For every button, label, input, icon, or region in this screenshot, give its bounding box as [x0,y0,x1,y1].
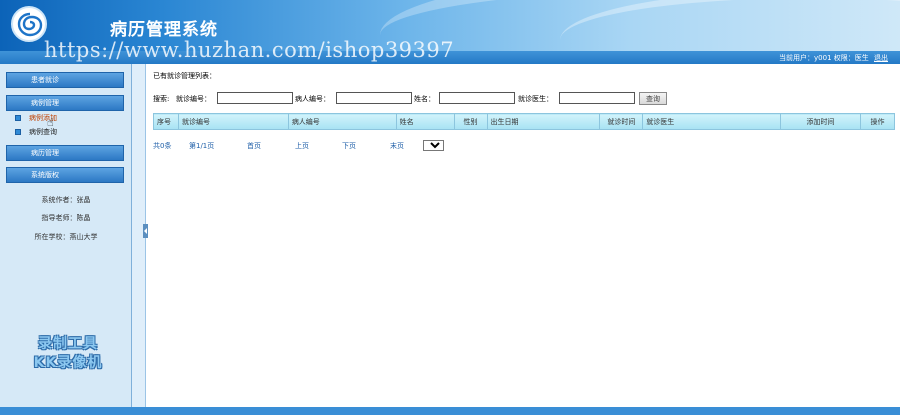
menu-patient-visit[interactable]: 患者就诊 [6,72,124,88]
menu-copyright[interactable]: 系统版权 [6,167,124,183]
bottom-bar [0,407,900,415]
menu-case-management[interactable]: 病例管理 [6,95,124,111]
next-page-link[interactable]: 下页 [342,141,356,151]
name-label: 姓名： [414,95,435,103]
visit-no-label: 就诊编号： [176,95,211,103]
splitter[interactable] [132,64,146,415]
logo-icon [11,6,47,42]
page-info: 第1/1页 [189,142,215,150]
submenu-case-query-label: 病例查询 [29,128,57,136]
search-label: 搜索: [153,95,170,103]
logout-link[interactable]: 退出 [874,54,888,62]
doctor-input[interactable] [559,92,635,104]
name-input[interactable] [439,92,515,104]
info-author: 系统作者：张晶 [41,196,91,204]
info-school: 所在学校：燕山大学 [34,233,98,241]
user-info: 当前用户：y001 权限：医生 退出 [779,53,888,63]
info-advisor: 指导老师：陈晶 [41,214,91,222]
hand-cursor-icon: ☝ [47,116,54,129]
first-page-link[interactable]: 首页 [247,141,261,151]
bullet-icon [15,129,21,135]
total-count: 共0条 [153,142,172,150]
user-info-text: 当前用户：y001 权限：医生 [779,54,869,62]
recorder-badge-line1: 录制工具 [38,336,98,352]
visit-no-input[interactable] [217,92,293,104]
app-header: 病历管理系统 当前用户：y001 权限：医生 退出 https://www.hu… [0,0,900,64]
col-name: 姓名 [395,113,455,130]
recorder-badge-line2: KK录像机 [33,355,103,371]
system-title: 病历管理系统 [110,20,218,40]
col-index: 序号 [153,113,179,130]
last-page-link[interactable]: 末页 [390,141,404,151]
table-header-row: 序号 就诊编号 病人编号 姓名 性别 出生日期 就诊时间 就诊医生 添加时间 操… [153,113,896,130]
records-table: 序号 就诊编号 病人编号 姓名 性别 出生日期 就诊时间 就诊医生 添加时间 操… [153,113,896,130]
bullet-icon [15,115,21,121]
query-button[interactable]: 查询 [639,92,667,105]
section-title: 已有就诊管理列表： [153,72,216,80]
watermark-text: https://www.huzhan.com/ishop39397 [44,38,455,62]
col-birth-date: 出生日期 [486,113,601,130]
doctor-label: 就诊医生： [518,95,553,103]
col-patient-no: 病人编号 [287,113,397,130]
col-visit-time: 就诊时间 [599,113,644,130]
prev-page-link[interactable]: 上页 [295,141,309,151]
col-added-time: 添加时间 [780,113,861,130]
patient-no-input[interactable] [336,92,412,104]
col-gender: 性别 [453,113,488,130]
menu-record-management[interactable]: 病历管理 [6,145,124,161]
patient-no-label: 病人编号： [295,95,330,103]
page-select[interactable]: 1 [423,140,444,151]
col-doctor: 就诊医生 [642,113,782,130]
col-visit-no: 就诊编号 [177,113,289,130]
col-actions: 操作 [859,113,896,130]
